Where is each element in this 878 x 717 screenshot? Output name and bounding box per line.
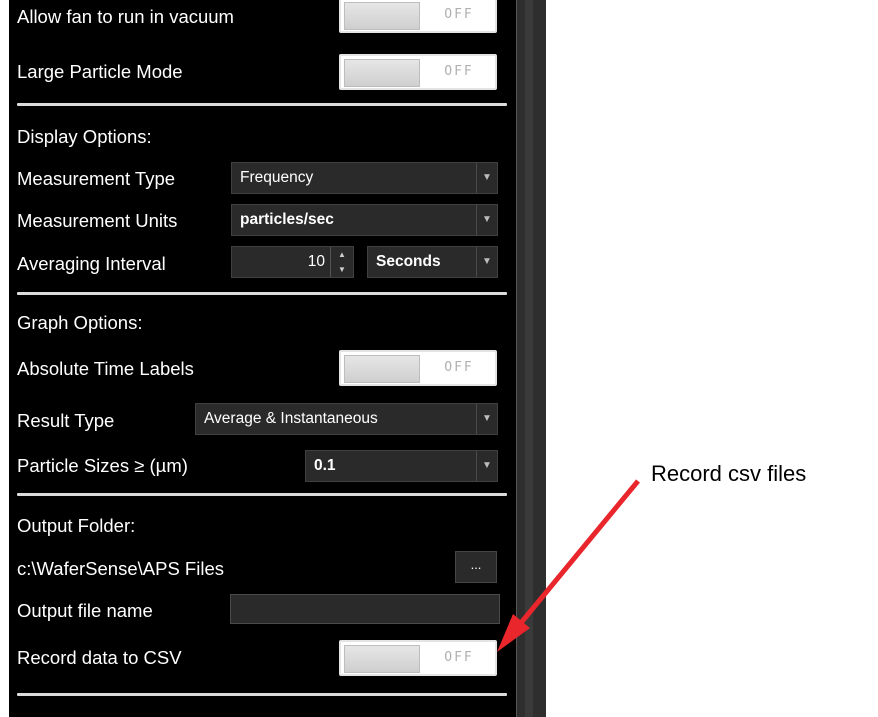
arrow-shaft — [518, 479, 640, 626]
annotation-arrow — [497, 479, 640, 652]
